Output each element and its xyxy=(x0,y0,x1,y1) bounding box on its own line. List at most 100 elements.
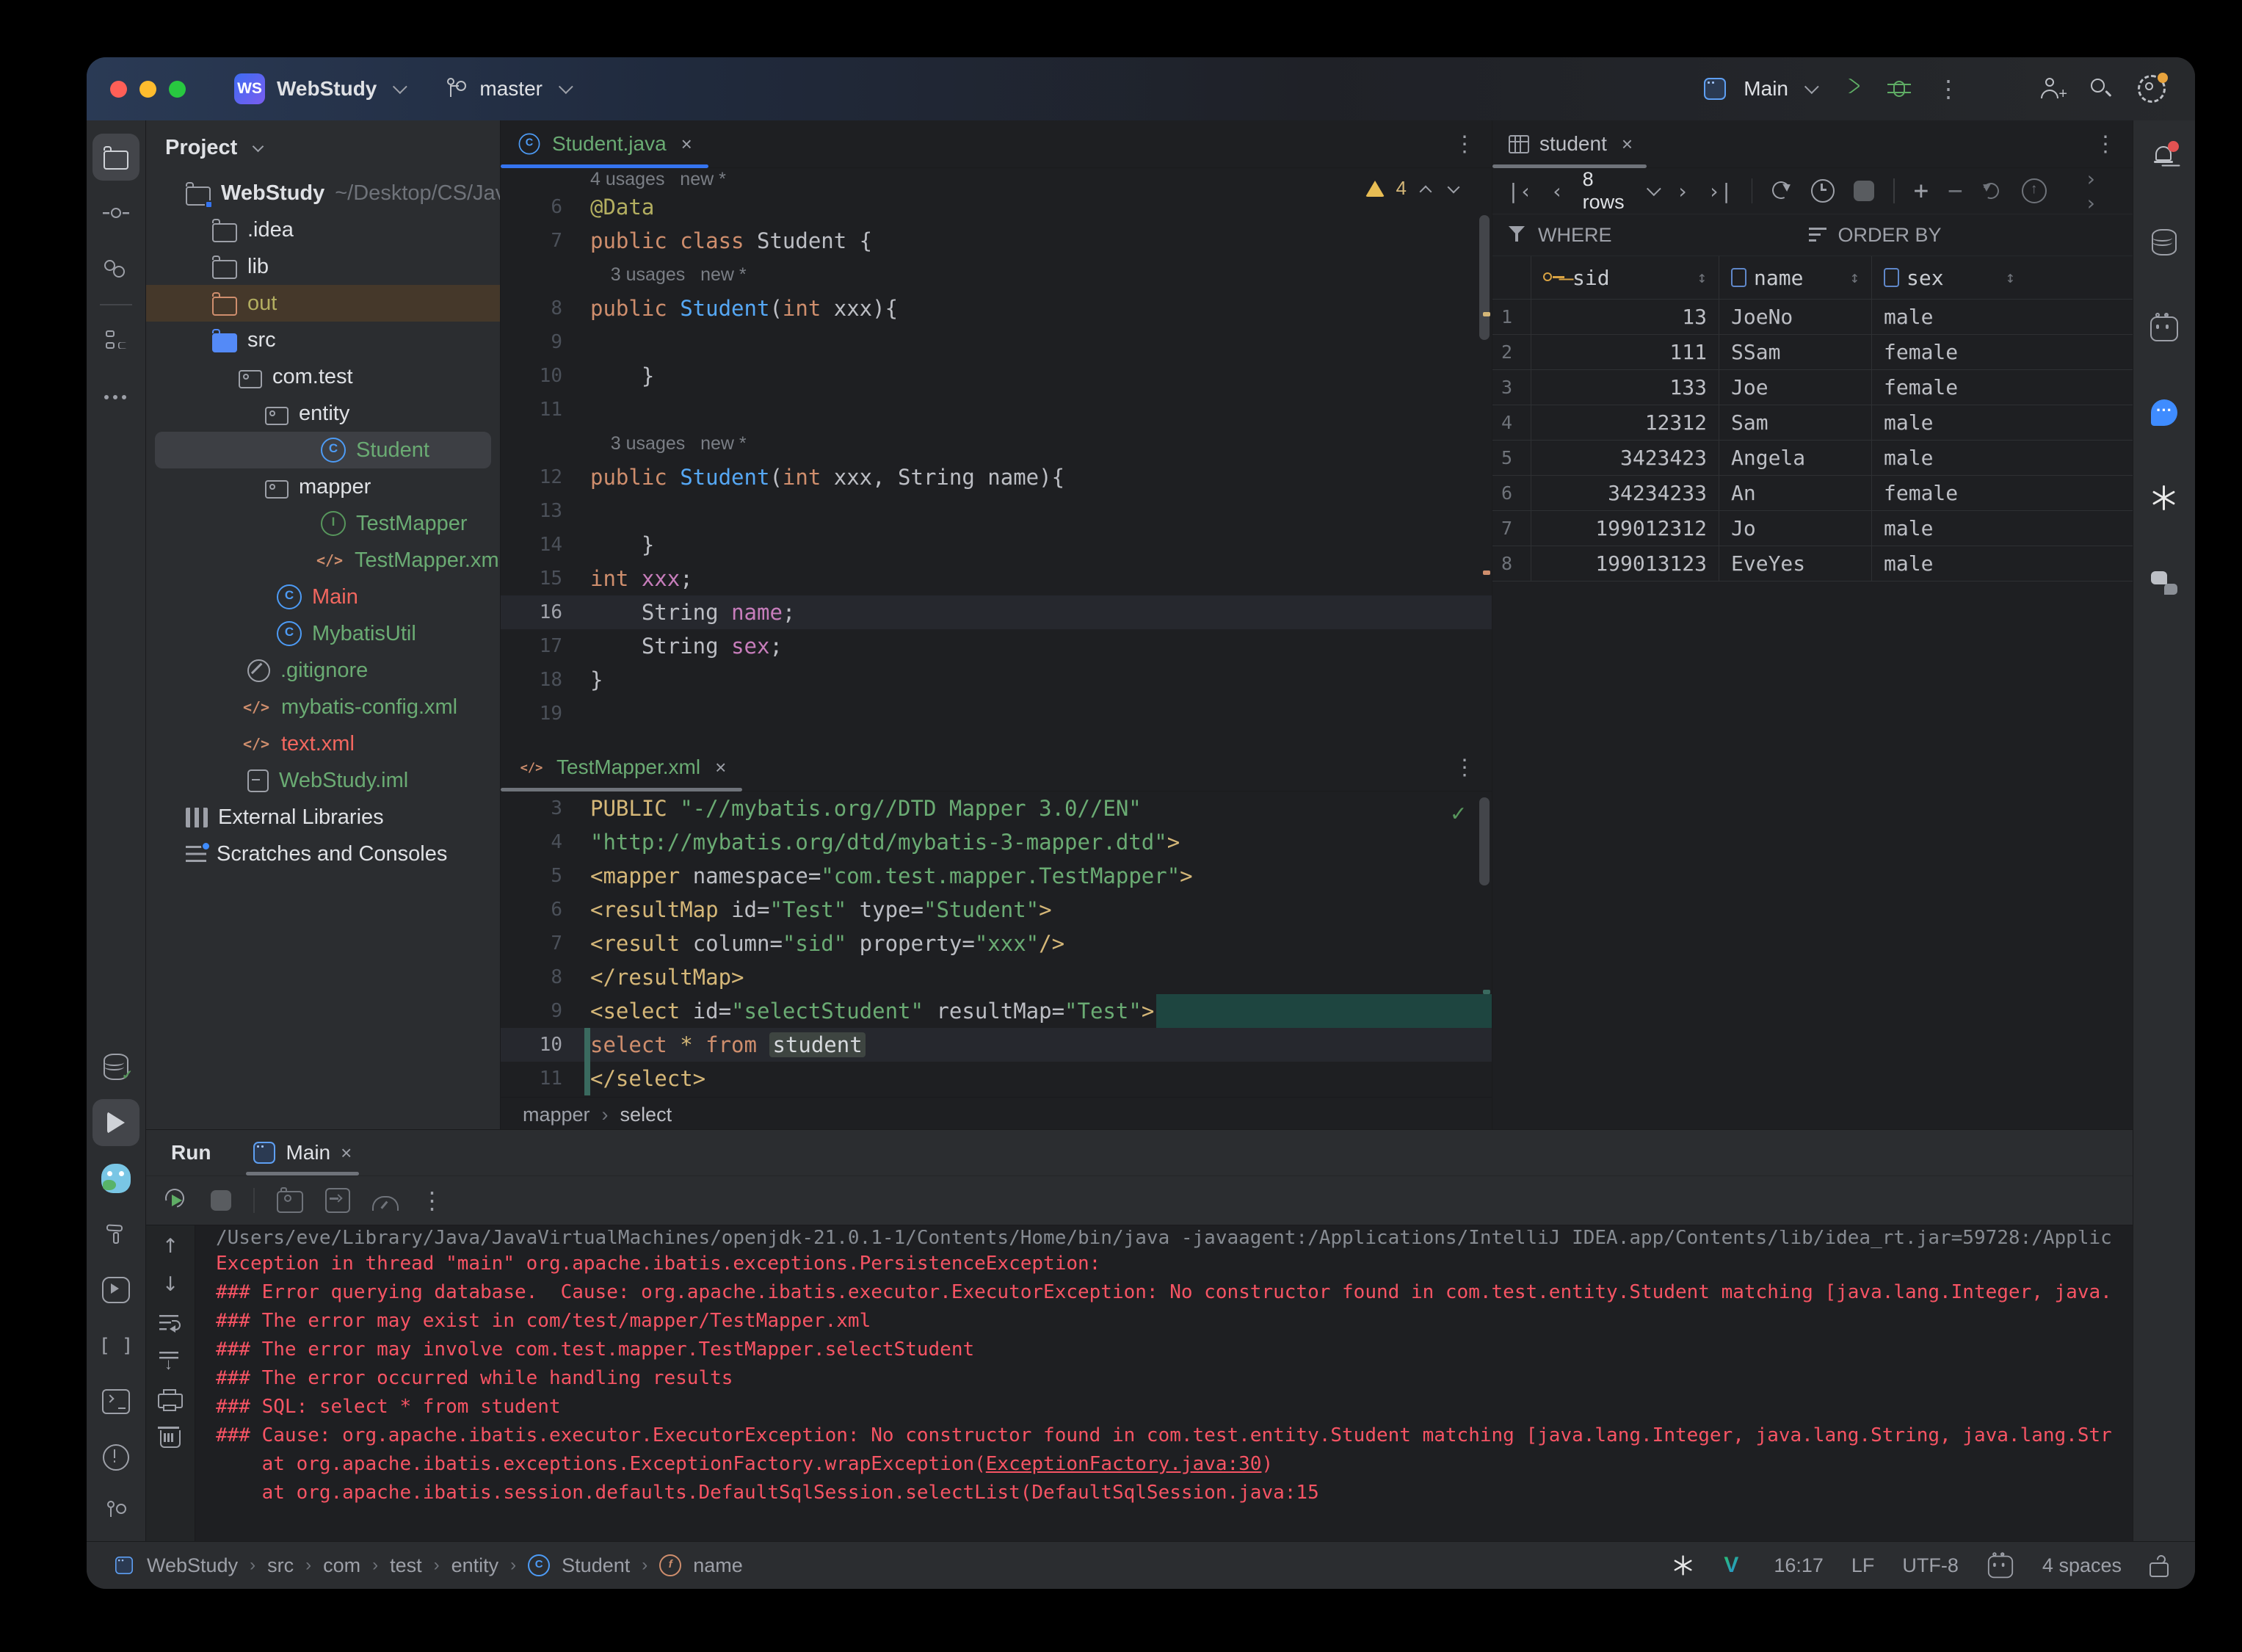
line-number[interactable]: 11 xyxy=(501,1068,584,1090)
close-tab-icon[interactable]: × xyxy=(681,133,692,156)
cell-name[interactable]: EveYes xyxy=(1719,546,1871,581)
cell-sid[interactable]: 3423423 xyxy=(1531,441,1719,475)
tree-item[interactable]: mapper xyxy=(146,468,500,505)
close-tab-icon[interactable]: × xyxy=(341,1142,352,1164)
cell-name[interactable]: Angela xyxy=(1719,441,1871,475)
table-row[interactable]: 2 111 SSam female xyxy=(1492,335,2133,370)
bookmarks-tool-button[interactable]: [ ] xyxy=(92,1322,139,1369)
project-panel-header[interactable]: Project xyxy=(146,120,500,175)
xml-editor[interactable]: 3 PUBLIC "-//mybatis.org//DTD Mapper 3.0… xyxy=(501,791,1492,1097)
tree-item[interactable]: Main xyxy=(146,579,500,615)
more-actions-button[interactable]: ⋮ xyxy=(1937,77,1960,101)
breadcrumb-item[interactable]: Student xyxy=(562,1554,630,1577)
project-selector[interactable]: WebStudy xyxy=(265,77,408,101)
next-warning-button[interactable] xyxy=(1446,181,1462,197)
pull-requests-tool-button[interactable] xyxy=(92,245,139,292)
line-number[interactable]: 13 xyxy=(501,500,584,522)
tree-expander[interactable] xyxy=(217,366,239,388)
line-number[interactable]: 3 xyxy=(501,797,584,819)
cell-sid[interactable]: 12312 xyxy=(1531,405,1719,440)
clear-console-button[interactable] xyxy=(158,1427,181,1448)
cell-sex[interactable]: female xyxy=(1871,476,2027,510)
line-number[interactable]: 5 xyxy=(501,865,584,887)
table-row[interactable]: 4 12312 Sam male xyxy=(1492,405,2133,441)
order-by-placeholder[interactable]: ORDER BY xyxy=(1838,224,1942,247)
tree-expander[interactable] xyxy=(225,769,247,791)
breadcrumb-item[interactable]: test xyxy=(390,1554,422,1577)
openai-plugin-button[interactable] xyxy=(2141,474,2188,521)
line-number[interactable]: 4 xyxy=(501,831,584,853)
line-number[interactable]: 8 xyxy=(501,966,584,988)
tree-item[interactable]: entity xyxy=(146,395,500,432)
cell-sex[interactable]: male xyxy=(1871,546,2027,581)
cell-sex[interactable]: male xyxy=(1871,441,2027,475)
database-panel-button[interactable] xyxy=(2141,219,2188,266)
submit-icon[interactable] xyxy=(2021,178,2047,203)
table-row[interactable]: 6 34234233 An female xyxy=(1492,476,2133,511)
column-header-name[interactable]: name ↕ xyxy=(1719,256,1871,299)
tree-expander[interactable] xyxy=(190,219,212,241)
inspection-ok-icon[interactable]: ✓ xyxy=(1451,799,1465,827)
breadcrumb-item[interactable]: WebStudy xyxy=(147,1554,238,1577)
breadcrumb-item[interactable]: mapper xyxy=(523,1104,590,1126)
tree-expander[interactable] xyxy=(190,256,212,278)
import-thread-dump-icon[interactable] xyxy=(324,1188,350,1213)
cell-name[interactable]: Sam xyxy=(1719,405,1871,440)
revert-icon[interactable] xyxy=(1982,181,2003,201)
breadcrumb-item[interactable]: name xyxy=(693,1554,743,1577)
openai-status-icon[interactable] xyxy=(1674,1555,1694,1575)
more-tools-button[interactable] xyxy=(92,373,139,420)
editor-scrollbar[interactable] xyxy=(1479,797,1490,885)
expand-button[interactable]: › › xyxy=(2085,167,2118,215)
last-page-button[interactable]: ›| xyxy=(1708,179,1733,203)
line-number[interactable]: 16 xyxy=(501,601,584,623)
sort-icon[interactable]: ↕ xyxy=(1697,269,1707,287)
cell-name[interactable]: Jo xyxy=(1719,511,1871,546)
tree-expander[interactable] xyxy=(255,623,277,645)
close-window-button[interactable] xyxy=(110,80,127,98)
cell-sid[interactable]: 13 xyxy=(1531,300,1719,334)
print-button[interactable] xyxy=(158,1389,183,1411)
tree-item[interactable]: com.test xyxy=(146,358,500,395)
close-tab-icon[interactable]: × xyxy=(715,756,726,779)
search-everywhere-button[interactable] xyxy=(2089,77,2113,101)
tree-expander[interactable] xyxy=(243,402,265,424)
stop-icon[interactable] xyxy=(1854,181,1875,201)
line-number[interactable]: 7 xyxy=(501,932,584,954)
sort-icon[interactable]: ↕ xyxy=(2006,269,2015,287)
file-encoding[interactable]: UTF-8 xyxy=(1902,1554,1959,1577)
indent-setting[interactable]: 4 spaces xyxy=(2042,1554,2122,1577)
run-button[interactable] xyxy=(1840,77,1862,101)
tree-item[interactable]: out xyxy=(146,285,500,322)
breadcrumb-item[interactable]: select xyxy=(620,1104,672,1126)
column-header-sex[interactable]: sex ↕ xyxy=(1871,256,2027,299)
up-stack-trace-button[interactable]: ↑ xyxy=(159,1236,181,1258)
tree-expander[interactable] xyxy=(299,512,321,535)
branch-selector[interactable]: master xyxy=(444,76,573,101)
table-row[interactable]: 1 13 JoeNo male xyxy=(1492,300,2133,335)
notifications-button[interactable] xyxy=(2141,134,2188,181)
cell-sid[interactable]: 133 xyxy=(1531,370,1719,405)
cell-name[interactable]: Joe xyxy=(1719,370,1871,405)
line-number[interactable]: 9 xyxy=(501,331,584,353)
tree-expander[interactable] xyxy=(299,439,321,461)
add-row-button[interactable]: + xyxy=(1914,176,1929,206)
line-number[interactable]: 12 xyxy=(501,466,584,488)
line-number[interactable]: 6 xyxy=(501,899,584,921)
line-number[interactable]: 19 xyxy=(501,703,584,725)
tree-item[interactable]: text.xml xyxy=(146,725,500,762)
where-placeholder[interactable]: WHERE xyxy=(1538,224,1612,247)
line-number[interactable]: 7 xyxy=(501,230,584,252)
table-row[interactable]: 7 199012312 Jo male xyxy=(1492,511,2133,546)
cell-sid[interactable]: 34234233 xyxy=(1531,476,1719,510)
console-output[interactable]: /Users/eve/Library/Java/JavaVirtualMachi… xyxy=(195,1225,2133,1541)
tree-item[interactable]: External Libraries xyxy=(146,799,500,836)
tree-expander[interactable] xyxy=(220,733,242,755)
java-editor[interactable]: 4 usages new * 6 @Data 7 public class St… xyxy=(501,168,1492,744)
tree-expander[interactable] xyxy=(190,292,212,314)
refresh-icon[interactable] xyxy=(1771,181,1792,201)
tree-item[interactable]: .gitignore xyxy=(146,652,500,689)
cell-name[interactable]: SSam xyxy=(1719,335,1871,369)
settings-button[interactable] xyxy=(2138,73,2168,103)
line-number[interactable]: 11 xyxy=(501,399,584,421)
